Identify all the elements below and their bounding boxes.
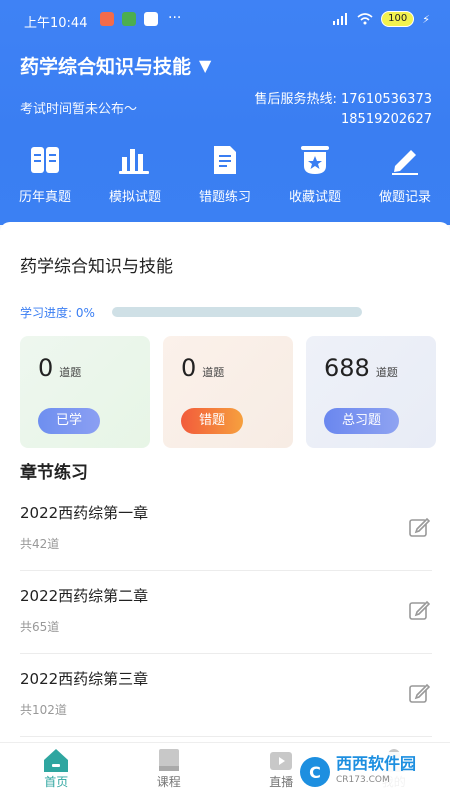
section-title: 章节练习 — [20, 463, 88, 483]
nav-label: 错题练习 — [198, 190, 251, 205]
chapter-name: 2022西药综第三章 — [20, 670, 149, 688]
chapter-count: 共102道 — [20, 703, 67, 717]
edit-icon[interactable] — [408, 682, 430, 704]
stat-total[interactable]: 688 道题 总习题 — [306, 336, 436, 448]
nav-favorites[interactable]: 收藏试题 — [270, 140, 360, 205]
stat-unit: 道题 — [59, 366, 82, 379]
pencil-icon — [392, 150, 418, 175]
book-icon — [31, 147, 59, 173]
nav-mock-exams[interactable]: 模拟试题 — [90, 140, 180, 205]
subject-name: 药学综合知识与技能 — [20, 257, 173, 277]
stat-unit: 道题 — [375, 366, 398, 379]
watermark-logo-icon: C — [300, 757, 330, 787]
stat-badge: 已学 — [38, 408, 101, 434]
stat-wrong[interactable]: 0 道题 错题 — [163, 336, 293, 448]
charging-icon: ⚡ — [422, 12, 430, 26]
chapter-name: 2022西药综第一章 — [20, 504, 149, 522]
chapter-count: 共42道 — [20, 537, 60, 551]
watermark-text: 西西软件园 CR173.COM — [336, 756, 416, 788]
stat-unit: 道题 — [202, 366, 225, 379]
status-right: 100 ⚡ — [333, 11, 430, 27]
watermark-sub: CR173.COM — [336, 775, 390, 785]
nav-label: 做题记录 — [378, 190, 431, 205]
nav-records[interactable]: 做题记录 — [360, 140, 450, 205]
nav-label: 收藏试题 — [288, 190, 341, 205]
nav-label: 模拟试题 — [108, 190, 161, 205]
hotline-label: 售后服务热线: 17610536373 — [254, 92, 433, 107]
signal-icon — [333, 13, 348, 25]
stat-count: 0 — [38, 354, 54, 382]
document-icon — [214, 146, 236, 174]
chart-icon — [119, 149, 149, 174]
edit-icon[interactable] — [408, 599, 430, 621]
android-app-icon — [122, 12, 136, 26]
chapter-count: 共65道 — [20, 620, 60, 634]
status-time: 上午10:44 — [24, 16, 88, 31]
more-notifications: ··· — [168, 10, 182, 26]
nav-label: 历年真题 — [18, 190, 71, 205]
battery-indicator: 100 — [381, 11, 415, 27]
home-icon — [44, 749, 69, 772]
tab-label: 课程 — [156, 775, 181, 789]
dropdown-arrow-icon: ▼ — [199, 56, 212, 75]
stat-count: 688 — [324, 354, 370, 382]
list-item[interactable]: 2022西药综第一章 共42道 — [20, 488, 432, 571]
main-card: 药学综合知识与技能 学习进度: 0% 0 道题 已学 0 道题 错题 688 道题 总… — [0, 222, 450, 800]
stat-count: 0 — [181, 354, 197, 382]
list-item[interactable]: 2022西药综第三章 共102道 — [20, 654, 432, 737]
watermark-title: 西西软件园 — [336, 754, 417, 773]
watermark: C 西西软件园 CR173.COM — [292, 752, 442, 792]
hotline-number-2: 18519202627 — [341, 112, 432, 127]
header: 上午10:44 ··· 100 ⚡ 药学综合知识与技能 ▼ 考试时间暂未公布～ … — [0, 0, 450, 225]
subject-selector[interactable]: 药学综合知识与技能 ▼ — [20, 52, 211, 79]
edit-icon[interactable] — [408, 516, 430, 538]
nav-wrong-practice[interactable]: 错题练习 — [180, 140, 270, 205]
nav-past-exams[interactable]: 历年真题 — [0, 140, 90, 205]
quick-nav: 历年真题 模拟试题 错题练习 收藏试题 做题记录 — [0, 140, 450, 205]
stats-row: 0 道题 已学 0 道题 错题 688 道题 总习题 — [20, 336, 436, 448]
notification-app-icon — [100, 12, 114, 26]
tab-label: 首页 — [44, 775, 69, 789]
tab-courses[interactable]: 课程 — [124, 743, 214, 801]
hotline[interactable]: 售后服务热线: 17610536373 18519202627 — [255, 90, 433, 130]
chapter-name: 2022西药综第二章 — [20, 587, 149, 605]
p-app-icon — [144, 12, 158, 26]
stat-badge: 错题 — [181, 408, 244, 434]
list-item[interactable]: 2022西药综第二章 共65道 — [20, 571, 432, 654]
subject-title: 药学综合知识与技能 — [20, 56, 192, 78]
live-icon — [270, 752, 293, 770]
status-bar: 上午10:44 ··· 100 ⚡ — [0, 0, 450, 40]
wifi-icon — [357, 13, 373, 25]
stat-learned[interactable]: 0 道题 已学 — [20, 336, 150, 448]
star-box-icon — [301, 146, 329, 174]
tab-home[interactable]: 首页 — [11, 743, 101, 801]
course-book-icon — [158, 749, 179, 771]
exam-time-text: 考试时间暂未公布～ — [20, 102, 138, 117]
progress-label: 学习进度: 0% — [20, 306, 95, 320]
progress-bar — [112, 307, 362, 317]
stat-badge: 总习题 — [324, 408, 400, 434]
